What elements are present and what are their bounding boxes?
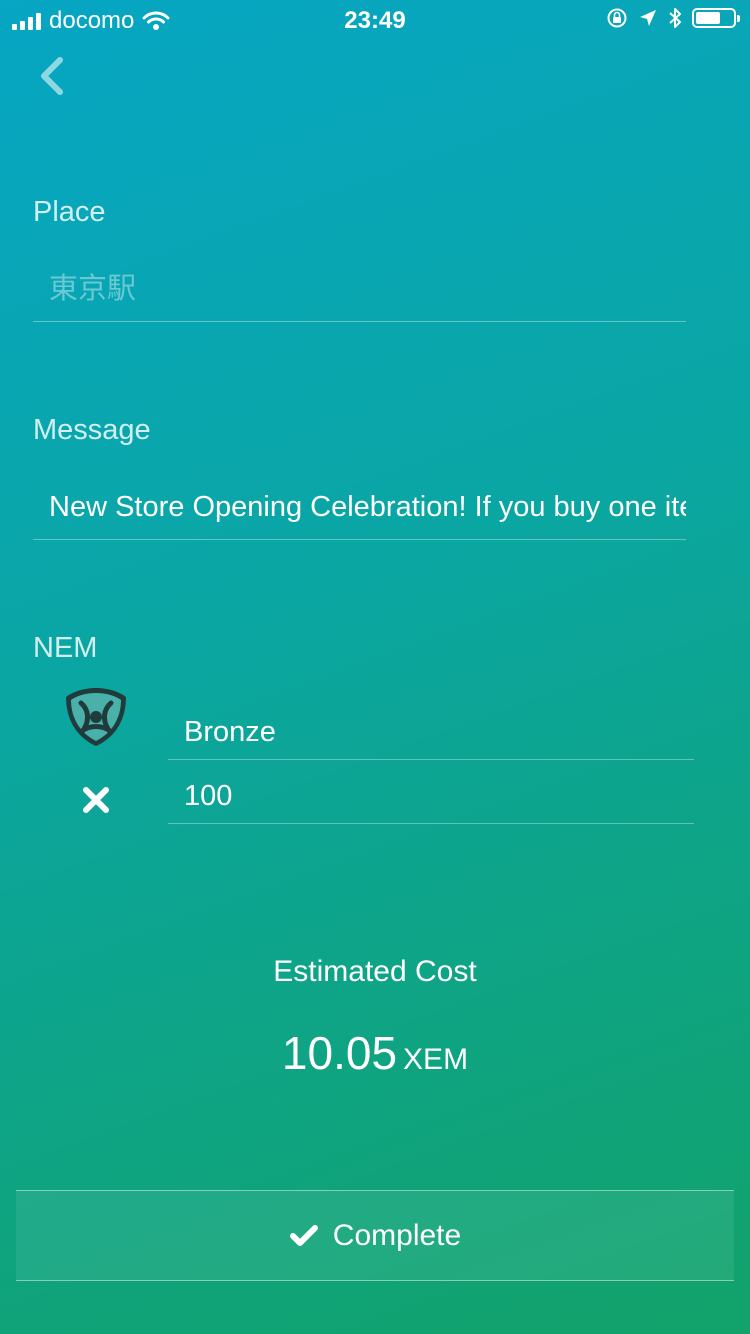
estimated-cost: 10.05 XEM: [0, 1026, 750, 1080]
multiply-icon: [83, 787, 109, 813]
rotation-lock-icon: [607, 8, 627, 28]
mosaic-input[interactable]: [168, 710, 694, 760]
message-input[interactable]: [33, 480, 686, 540]
nem-logo-icon: [66, 688, 126, 746]
place-label: Place: [33, 196, 106, 228]
message-label: Message: [33, 414, 151, 446]
bluetooth-icon: [669, 8, 681, 28]
back-button[interactable]: [30, 54, 74, 98]
location-arrow-icon: [640, 10, 656, 26]
check-icon: [289, 1224, 318, 1246]
battery-icon: [692, 8, 740, 28]
complete-button-label: Complete: [332, 1218, 462, 1252]
chevron-left-icon: [41, 57, 63, 95]
nem-label: NEM: [33, 632, 98, 664]
quantity-input[interactable]: [168, 774, 694, 824]
status-right: [606, 7, 740, 29]
status-bar: docomo 23:49: [0, 0, 750, 40]
estimated-cost-unit: XEM: [403, 1043, 469, 1076]
complete-button[interactable]: Complete: [16, 1190, 734, 1281]
estimated-cost-value: 10.05: [281, 1027, 398, 1079]
place-input[interactable]: [33, 262, 686, 322]
estimated-cost-label: Estimated Cost: [273, 955, 477, 988]
